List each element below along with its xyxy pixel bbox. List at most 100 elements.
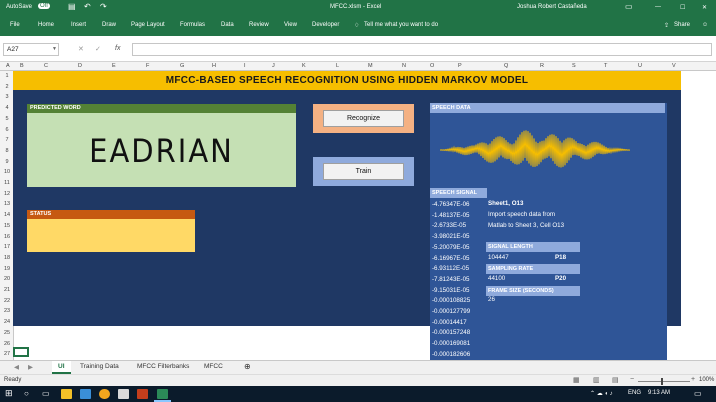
smiley-icon[interactable]: ☺ xyxy=(702,22,708,28)
row-header[interactable]: 4 xyxy=(0,105,14,111)
selected-cell[interactable] xyxy=(13,347,29,357)
column-header[interactable]: L xyxy=(336,63,339,69)
sheet-tab-mfcc[interactable]: MFCC xyxy=(204,363,223,370)
normal-view-icon[interactable]: ▦ xyxy=(573,376,580,384)
column-header[interactable]: D xyxy=(78,63,82,69)
ribbon-display-icon[interactable]: ▭ xyxy=(625,2,633,11)
tab-draw[interactable]: Draw xyxy=(102,22,116,28)
column-header[interactable]: S xyxy=(572,63,576,69)
column-header[interactable]: T xyxy=(604,63,607,69)
minimize-icon[interactable]: — xyxy=(655,4,661,10)
column-header[interactable]: E xyxy=(112,63,116,69)
redo-icon[interactable]: ↷ xyxy=(100,2,107,11)
task-view-icon[interactable]: ▭ xyxy=(42,389,50,398)
row-header[interactable]: 18 xyxy=(0,255,14,261)
scroll-right-icon[interactable]: ▶ xyxy=(28,363,33,371)
row-header[interactable]: 22 xyxy=(0,298,14,304)
column-header[interactable]: U xyxy=(638,63,642,69)
tab-home[interactable]: Home xyxy=(38,22,54,28)
insert-function-icon[interactable]: fx xyxy=(115,45,120,52)
row-header[interactable]: 7 xyxy=(0,137,14,143)
row-header[interactable]: 9 xyxy=(0,159,14,165)
language-indicator[interactable]: ENG xyxy=(628,390,641,396)
column-header[interactable]: I xyxy=(244,63,246,69)
maximize-icon[interactable]: ☐ xyxy=(680,4,685,11)
row-header[interactable]: 14 xyxy=(0,212,14,218)
close-icon[interactable]: ✕ xyxy=(702,4,707,11)
row-header[interactable]: 2 xyxy=(0,84,14,90)
chrome-icon[interactable] xyxy=(99,389,110,399)
column-header[interactable]: P xyxy=(458,63,462,69)
row-header[interactable]: 1 xyxy=(0,73,14,79)
tab-data[interactable]: Data xyxy=(221,22,234,28)
windows-start-icon[interactable]: ⊞ xyxy=(5,388,13,399)
row-header[interactable]: 13 xyxy=(0,201,14,207)
zoom-slider-thumb[interactable] xyxy=(661,378,663,385)
clock-time[interactable]: 9:13 AM xyxy=(648,390,670,396)
share-icon[interactable]: ⇪ xyxy=(664,22,669,29)
undo-icon[interactable]: ↶ xyxy=(84,2,91,11)
sheet-tab-ui[interactable]: UI xyxy=(52,361,71,374)
row-header[interactable]: 3 xyxy=(0,94,14,100)
share-button[interactable]: Share xyxy=(674,22,690,28)
search-icon[interactable]: ○ xyxy=(24,389,29,398)
tab-insert[interactable]: Insert xyxy=(71,22,86,28)
column-header[interactable]: M xyxy=(368,63,373,69)
column-header[interactable]: O xyxy=(430,63,434,69)
cancel-icon[interactable]: ✕ xyxy=(78,45,84,53)
column-header[interactable]: G xyxy=(180,63,184,69)
tab-file[interactable]: File xyxy=(10,22,20,28)
zoom-slider[interactable] xyxy=(638,381,690,382)
row-header[interactable]: 11 xyxy=(0,180,14,186)
row-header[interactable]: 19 xyxy=(0,266,14,272)
column-header[interactable]: F xyxy=(146,63,149,69)
column-header[interactable]: B xyxy=(20,63,24,69)
column-header[interactable]: C xyxy=(44,63,48,69)
recognize-button[interactable]: Recognize xyxy=(323,110,404,127)
row-header[interactable]: 15 xyxy=(0,223,14,229)
tab-review[interactable]: Review xyxy=(249,22,269,28)
sheet-tab-mfcc-filterbanks[interactable]: MFCC Filterbanks xyxy=(137,363,189,370)
column-header[interactable]: H xyxy=(212,63,216,69)
row-header[interactable]: 17 xyxy=(0,244,14,250)
column-header[interactable]: A xyxy=(6,63,10,69)
zoom-out-icon[interactable]: − xyxy=(630,376,634,383)
zoom-in-icon[interactable]: + xyxy=(691,376,695,383)
notifications-icon[interactable]: ▭ xyxy=(694,389,702,398)
page-layout-view-icon[interactable]: ▥ xyxy=(593,376,600,384)
tab-formulas[interactable]: Formulas xyxy=(180,22,205,28)
column-header[interactable]: R xyxy=(540,63,544,69)
column-header[interactable]: J xyxy=(272,63,275,69)
column-header[interactable]: N xyxy=(402,63,406,69)
save-icon[interactable]: ▤ xyxy=(68,2,76,11)
column-header[interactable]: Q xyxy=(504,63,508,69)
train-button[interactable]: Train xyxy=(323,163,404,180)
file-explorer-icon[interactable] xyxy=(61,389,72,399)
user-name[interactable]: Joshua Robert Castañeda xyxy=(517,4,587,10)
tab-view[interactable]: View xyxy=(284,22,297,28)
autosave-toggle[interactable]: Off xyxy=(38,3,50,9)
chevron-down-icon[interactable]: ▼ xyxy=(52,46,57,52)
row-header[interactable]: 26 xyxy=(0,341,14,347)
enter-icon[interactable]: ✓ xyxy=(95,45,101,53)
add-sheet-icon[interactable]: ⊕ xyxy=(244,362,251,371)
excel-icon[interactable] xyxy=(157,389,168,399)
page-break-view-icon[interactable]: ▤ xyxy=(612,376,619,384)
row-header[interactable]: 24 xyxy=(0,319,14,325)
formula-input[interactable] xyxy=(132,43,712,56)
row-header[interactable]: 16 xyxy=(0,234,14,240)
row-header[interactable]: 10 xyxy=(0,169,14,175)
row-header[interactable]: 8 xyxy=(0,148,14,154)
zoom-level[interactable]: 100% xyxy=(699,377,714,383)
row-header[interactable]: 6 xyxy=(0,127,14,133)
app-icon[interactable] xyxy=(118,389,129,399)
row-header[interactable]: 23 xyxy=(0,308,14,314)
row-header[interactable]: 27 xyxy=(0,351,14,357)
row-header[interactable]: 5 xyxy=(0,116,14,122)
row-header[interactable]: 20 xyxy=(0,276,14,282)
tab-page-layout[interactable]: Page Layout xyxy=(131,22,165,28)
column-header[interactable]: V xyxy=(672,63,676,69)
scroll-left-icon[interactable]: ◀ xyxy=(14,363,19,371)
tab-developer[interactable]: Developer xyxy=(312,22,339,28)
name-box[interactable]: A27 xyxy=(3,43,59,56)
